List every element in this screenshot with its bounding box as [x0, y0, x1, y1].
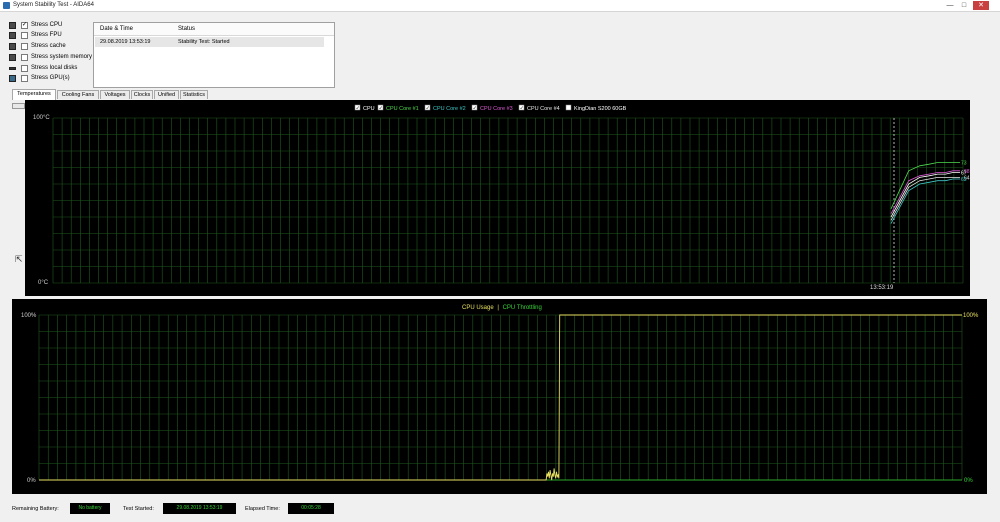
stress-memory-checkbox[interactable] — [21, 54, 28, 61]
temperature-legend[interactable]: ✓ CPU ✓ CPU Core #1 ✓ CPU Core #2 ✓ CPU Core #3… — [354, 104, 627, 112]
stress-disks-option[interactable]: Stress local disks — [9, 64, 99, 73]
series-end-label-cpu-core-2: 63 — [961, 177, 967, 183]
temp-y-top-label: 100°C — [33, 115, 50, 121]
usage-y-bottom-label: 0% — [27, 478, 36, 484]
minimize-button[interactable]: — — [944, 1, 956, 10]
tab-clocks[interactable]: Clocks — [131, 90, 153, 99]
legend-label-cpu-core-1: CPU Core #1 — [386, 106, 419, 112]
title-bar: System Stability Test - AIDA64 — □ ✕ — [0, 0, 1000, 12]
legend-checkmark-icon: ✓ — [520, 106, 524, 112]
usage-title-separator: | — [497, 305, 499, 311]
temperature-chart: ✓ CPU ✓ CPU Core #1 ✓ CPU Core #2 ✓ CPU Core #3… — [25, 100, 970, 296]
series-end-label-cpu-core-1: 73 — [961, 161, 967, 167]
stress-gpu-option[interactable]: Stress GPU(s) — [9, 74, 99, 83]
event-log-table[interactable]: Date & Time Status 29.08.2019 13:53:19 S… — [93, 22, 335, 88]
tab-voltages[interactable]: Voltages — [100, 90, 130, 99]
panel-resize-handle[interactable] — [12, 103, 25, 109]
time-marker-label: 13:53:19 — [870, 285, 894, 291]
stress-disks-label: Stress local disks — [31, 65, 78, 71]
stress-gpu-checkbox[interactable] — [21, 75, 28, 82]
usage-title-cpu-usage: CPU Usage — [462, 305, 494, 311]
mouse-cursor-icon: ⇱ — [15, 254, 23, 264]
temperature-grid — [52, 117, 964, 284]
legend-checkmark-icon: ✓ — [356, 106, 360, 112]
usage-right-bottom-label: 0% — [964, 478, 973, 484]
test-started-value: 29.08.2019 13:53:19 — [163, 503, 236, 514]
status-bar: Remaining Battery: No battery Test Start… — [0, 498, 1000, 522]
fpu-icon — [9, 32, 16, 39]
legend-label-cpu-core-4: CPU Core #4 — [527, 106, 560, 112]
window-title: System Stability Test - AIDA64 — [13, 2, 94, 8]
stress-cpu-label: Stress CPU — [31, 22, 63, 28]
usage-chart-title: CPU Usage | CPU Throttling — [462, 305, 542, 311]
battery-value: No battery — [70, 503, 110, 514]
usage-title-cpu-throttling: CPU Throttling — [503, 305, 542, 311]
aida64-app-icon — [3, 2, 10, 9]
cpu-usage-chart: CPU Usage | CPU Throttling 100% 0% 100% … — [12, 299, 987, 494]
gpu-icon — [9, 75, 16, 82]
battery-label: Remaining Battery: — [12, 506, 59, 512]
stress-fpu-label: Stress FPU — [31, 32, 62, 38]
stress-cache-checkbox[interactable] — [21, 43, 28, 50]
legend-checkmark-icon: ✓ — [426, 106, 430, 112]
close-button[interactable]: ✕ — [973, 1, 989, 10]
legend-checkmark-icon: ✓ — [473, 106, 477, 112]
maximize-button[interactable]: □ — [958, 1, 970, 10]
temp-y-bottom-label: 0°C — [38, 280, 49, 286]
legend-label-cpu-core-3: CPU Core #3 — [480, 106, 513, 112]
stress-cache-option[interactable]: Stress cache — [9, 42, 99, 51]
series-line-cpu-core-1 — [890, 162, 960, 209]
stress-cpu-option[interactable]: ✓ Stress CPU — [9, 21, 99, 30]
legend-label-kingdian-s200-60gb: KingDian S200 60GB — [574, 106, 627, 112]
log-header-datetime[interactable]: Date & Time — [100, 26, 133, 32]
stress-gpu-label: Stress GPU(s) — [31, 75, 70, 81]
usage-right-top-label: 100% — [963, 313, 979, 319]
memory-icon — [9, 54, 16, 61]
stress-disks-checkbox[interactable] — [21, 65, 28, 72]
usage-grid — [38, 314, 963, 481]
log-header-status[interactable]: Status — [178, 26, 195, 32]
stress-cache-label: Stress cache — [31, 43, 66, 49]
log-header: Date & Time Status — [94, 23, 334, 36]
legend-label-cpu-core-2: CPU Core #2 — [433, 106, 466, 112]
log-cell-status: Stability Test: Started — [178, 39, 230, 45]
temperature-series: 7368676463 — [890, 161, 970, 224]
cpu-icon — [9, 22, 16, 29]
legend-label-cpu: CPU — [363, 106, 375, 112]
legend-checkmark-icon: ✓ — [379, 106, 383, 112]
temperature-chart-svg: ✓ CPU ✓ CPU Core #1 ✓ CPU Core #2 ✓ CPU Core #3… — [33, 104, 970, 291]
table-row[interactable]: 29.08.2019 13:53:19 Stability Test: Star… — [95, 37, 324, 47]
elapsed-time-label: Elapsed Time: — [245, 506, 280, 512]
cache-icon — [9, 43, 16, 50]
usage-y-top-label: 100% — [21, 313, 37, 319]
stress-fpu-option[interactable]: Stress FPU — [9, 31, 99, 40]
cpu-usage-chart-svg: CPU Usage | CPU Throttling 100% 0% 100% … — [21, 305, 979, 484]
tab-statistics[interactable]: Statistics — [180, 90, 208, 99]
test-started-label: Test Started: — [123, 506, 154, 512]
stress-memory-option[interactable]: Stress system memory — [9, 53, 99, 62]
tab-unified[interactable]: Unified — [154, 90, 179, 99]
stress-cpu-checkbox[interactable]: ✓ — [21, 22, 28, 29]
log-cell-datetime: 29.08.2019 13:53:19 — [100, 39, 151, 45]
legend-checkbox-kingdian-s200-60gb[interactable] — [565, 104, 572, 111]
disk-icon — [9, 67, 16, 70]
tab-temperatures[interactable]: Temperatures — [12, 89, 56, 100]
tab-cooling-fans[interactable]: Cooling Fans — [57, 90, 99, 99]
elapsed-time-value: 00:05:28 — [288, 503, 334, 514]
stress-memory-label: Stress system memory — [31, 54, 93, 60]
stress-fpu-checkbox[interactable] — [21, 32, 28, 39]
